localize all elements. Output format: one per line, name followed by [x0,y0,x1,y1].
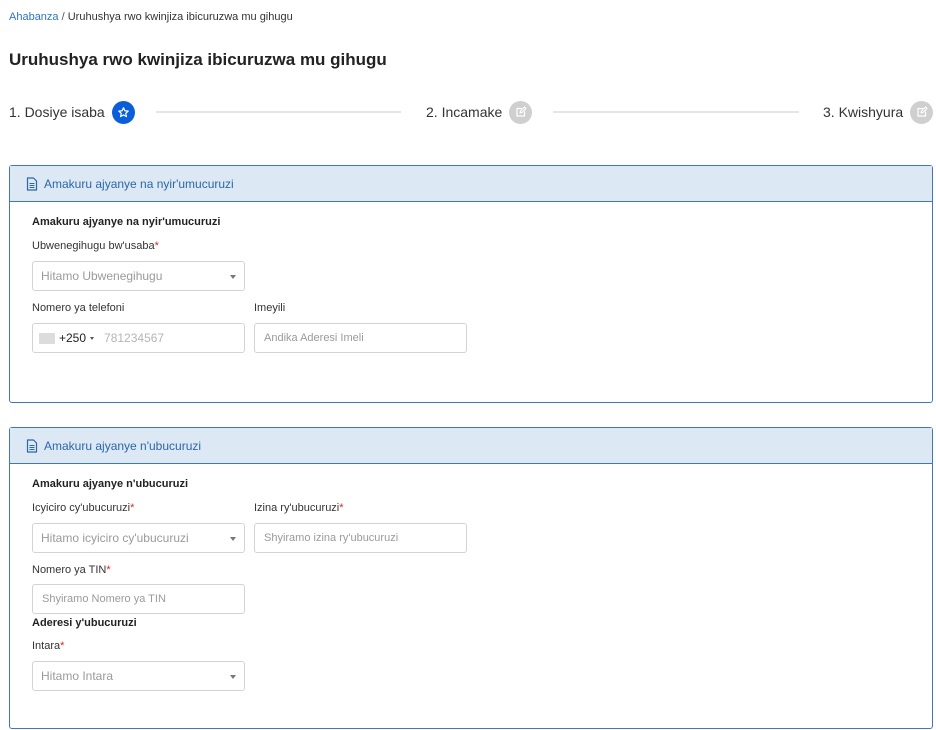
stepper: 1. Dosiye isaba 2. Incamake 3. Kwishyura [9,100,934,126]
panel-header-title: Amakuru ajyanye n'ubucuruzi [44,438,202,453]
nationality-label: Ubwenegihugu bw'usaba* [32,240,159,252]
business-category-select-value: Hitamo icyiciro cy'ubucuruzi [41,531,189,545]
required-marker: * [339,502,344,514]
edit-icon [910,100,934,124]
dial-code[interactable]: +250 [59,331,86,345]
business-category-label: Icyiciro cy'ubucuruzi* [32,502,135,514]
required-marker: * [60,640,65,652]
required-marker: * [154,240,159,252]
step-dosiye-isaba[interactable]: 1. Dosiye isaba [9,100,135,124]
flag-icon[interactable] [39,332,55,344]
required-marker: * [106,564,111,576]
chevron-down-icon [230,537,236,541]
address-section-title: Aderesi y'ubucuruzi [32,617,137,629]
step-label: 2. Incamake [426,104,503,120]
business-info-panel: Amakuru ajyanye n'ubucuruzi Amakuru ajya… [9,427,933,729]
chevron-down-icon [230,275,236,279]
edit-icon [509,100,533,124]
document-icon [26,176,38,191]
step-connector [553,111,799,113]
province-label: Intara* [32,640,65,652]
step-incamake[interactable]: 2. Incamake [426,100,533,124]
nationality-select-value: Hitamo Ubwenegihugu [41,269,163,283]
breadcrumb-separator: / [61,11,65,23]
step-label: 1. Dosiye isaba [9,104,105,120]
panel-header[interactable]: Amakuru ajyanye na nyir'umucuruzi [10,166,932,202]
step-label: 3. Kwishyura [823,104,904,120]
chevron-down-icon [230,675,236,679]
breadcrumb-current: Uruhushya rwo kwinjiza ibicuruzwa mu gih… [67,11,293,23]
step-connector [156,111,401,113]
email-input[interactable] [254,323,467,353]
panel-header-title: Amakuru ajyanye na nyir'umucuruzi [44,176,234,191]
business-name-input[interactable] [254,523,467,553]
page-title: Uruhushya rwo kwinjiza ibicuruzwa mu gih… [9,50,387,69]
owner-info-panel: Amakuru ajyanye na nyir'umucuruzi Amakur… [9,165,933,403]
province-select[interactable]: Hitamo Intara [32,661,245,691]
breadcrumb-home-link[interactable]: Ahabanza [9,11,59,23]
section-title: Amakuru ajyanye na nyir'umucuruzi [32,216,221,228]
tin-label: Nomero ya TIN* [32,564,111,576]
phone-label: Nomero ya telefoni [32,302,125,314]
step-kwishyura[interactable]: 3. Kwishyura [823,100,934,124]
chevron-down-icon[interactable] [90,336,95,340]
business-name-label: Izina ry'ubucuruzi* [254,502,344,514]
section-title: Amakuru ajyanye n'ubucuruzi [32,478,189,490]
province-select-value: Hitamo Intara [41,669,114,683]
breadcrumb: Ahabanza / Uruhushya rwo kwinjiza ibicur… [9,11,293,23]
star-icon [111,100,135,124]
email-label: Imeyili [254,302,286,314]
nationality-select[interactable]: Hitamo Ubwenegihugu [32,261,245,291]
panel-header[interactable]: Amakuru ajyanye n'ubucuruzi [10,428,932,464]
phone-input[interactable]: 781234567 [104,331,164,345]
document-icon [26,438,38,453]
business-category-select[interactable]: Hitamo icyiciro cy'ubucuruzi [32,523,245,553]
required-marker: * [130,502,135,514]
tin-input[interactable] [32,584,245,614]
phone-field[interactable]: +250 781234567 [32,323,245,353]
